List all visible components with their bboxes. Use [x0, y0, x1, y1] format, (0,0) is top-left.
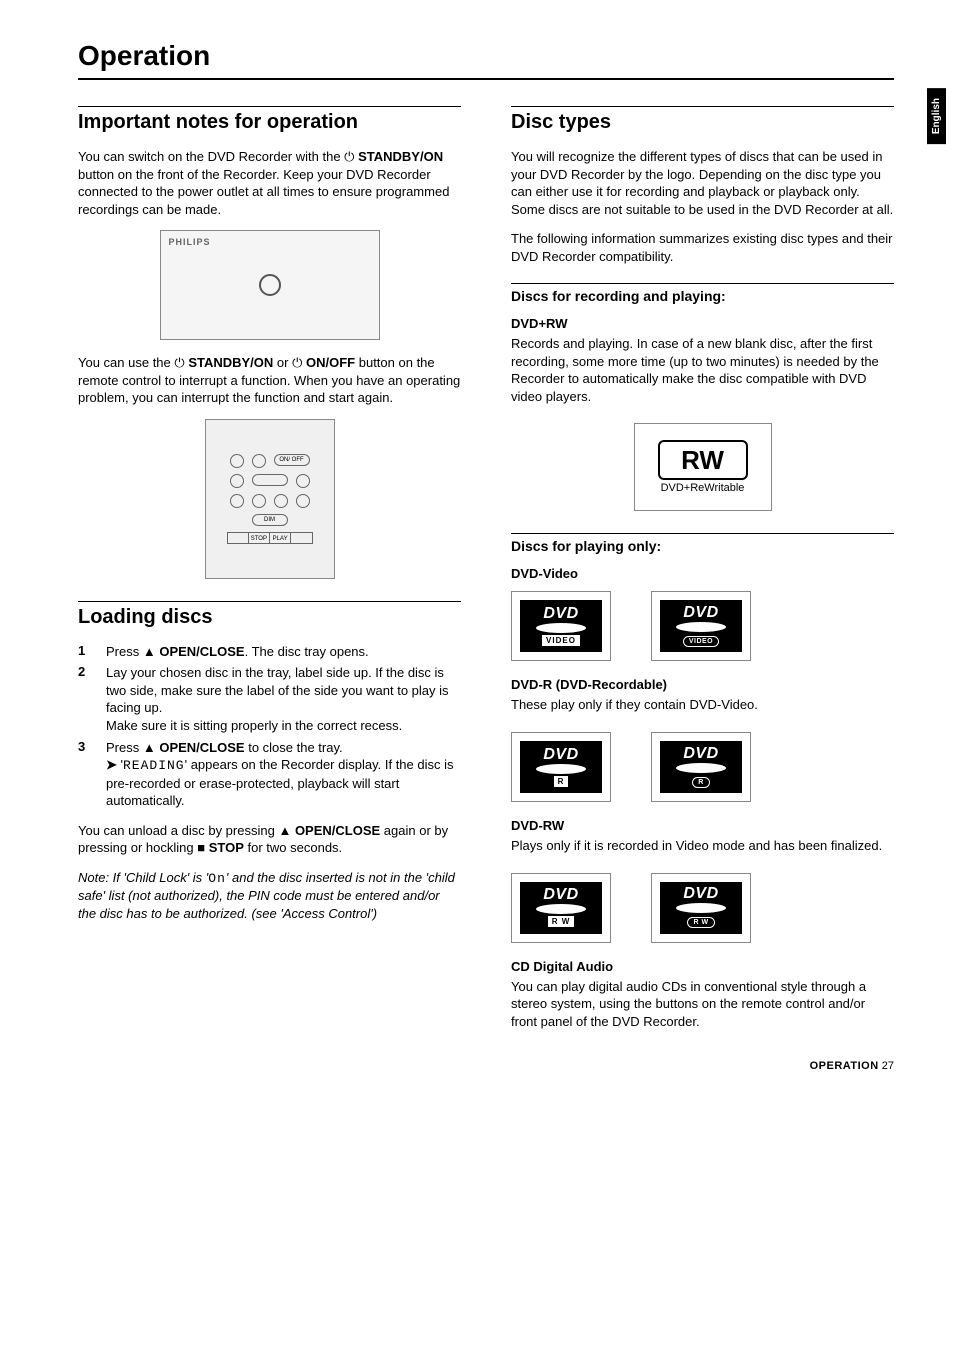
paragraph: The following information summarizes exi…	[511, 230, 894, 265]
logo-text: RW	[658, 440, 748, 480]
disc-type-title: CD Digital Audio	[511, 959, 894, 974]
step-number: 3	[78, 739, 90, 810]
text: to close the tray.	[245, 740, 343, 755]
step-item: 2 Lay your chosen disc in the tray, labe…	[78, 664, 461, 734]
disc-type-title: DVD-RW	[511, 818, 894, 833]
standby-icon: ⏻	[174, 355, 184, 370]
text-bold: OPEN/CLOSE	[159, 644, 244, 659]
section-title-loading-discs: Loading discs	[78, 606, 461, 629]
logo-dvd-rw: RW DVD+ReWritable	[634, 423, 772, 511]
text: Lay your chosen disc in the tray, label …	[106, 664, 461, 734]
logo-dvd-rw-1: DVD R W	[511, 873, 611, 943]
step-item: 3 Press ▲ OPEN/CLOSE to close the tray. …	[78, 739, 461, 810]
left-column: Important notes for operation You can sw…	[78, 100, 461, 1042]
text-bold: OPEN/CLOSE	[295, 823, 380, 838]
text-bold: STOP	[209, 840, 244, 855]
remote-control-illustration: ON/ OFF DIM STOPPLAY	[205, 419, 335, 579]
logo-dvd-r-2: DVD R	[651, 732, 751, 802]
title-rule	[78, 78, 894, 80]
device-brand-label: PHILIPS	[161, 231, 379, 253]
text: You can unload a disc by pressing	[78, 823, 278, 838]
text-bold: OPEN/CLOSE	[159, 740, 244, 755]
section-rule	[511, 283, 894, 284]
remote-stop-label: STOP	[249, 533, 270, 543]
section-title-important-notes: Important notes for operation	[78, 111, 461, 134]
logo-dvd-rw-2: DVD R W	[651, 873, 751, 943]
paragraph: Plays only if it is recorded in Video mo…	[511, 837, 894, 855]
text: You can use the	[78, 355, 174, 370]
text: Press	[106, 644, 143, 659]
paragraph: You will recognize the different types o…	[511, 148, 894, 218]
text-bold: STANDBY/ON	[358, 149, 443, 164]
paragraph: You can unload a disc by pressing ▲ OPEN…	[78, 822, 461, 857]
display-text: On	[208, 871, 226, 886]
paragraph: Records and playing. In case of a new bl…	[511, 335, 894, 405]
stop-icon: ■	[197, 840, 205, 855]
standby-icon: ⏻	[292, 355, 302, 370]
text: button on the front of the Recorder. Kee…	[78, 167, 449, 217]
content-columns: Important notes for operation You can sw…	[78, 100, 894, 1042]
text-bold: STANDBY/ON	[188, 355, 273, 370]
footer-page-number: 27	[882, 1060, 894, 1072]
logo-text: DVD	[683, 606, 718, 620]
paragraph: You can switch on the DVD Recorder with …	[78, 148, 461, 218]
logo-subtext: R	[692, 777, 710, 788]
logo-text: DVD	[543, 607, 578, 621]
steps-list: 1 Press ▲ OPEN/CLOSE. The disc tray open…	[78, 643, 461, 810]
section-rule	[511, 106, 894, 107]
eject-icon: ▲	[143, 740, 156, 755]
footer-label: OPERATION	[810, 1060, 879, 1072]
section-title-disc-types: Disc types	[511, 111, 894, 134]
logo-text: DVD	[543, 888, 578, 902]
standby-icon: ⏻	[344, 149, 354, 164]
page-footer: OPERATION 27	[810, 1060, 894, 1072]
page-title: Operation	[78, 40, 894, 72]
step-number: 2	[78, 664, 90, 734]
disc-type-title: DVD-Video	[511, 566, 894, 581]
logo-text: DVD	[543, 748, 578, 762]
step-number: 1	[78, 643, 90, 661]
logo-subtext: R W	[687, 917, 714, 928]
text: . The disc tray opens.	[245, 644, 369, 659]
logo-subtext: R	[554, 776, 569, 787]
logo-subtext: DVD+ReWritable	[661, 482, 745, 494]
text: Note: If 'Child Lock' is '	[78, 870, 208, 885]
result-arrow-icon: ➤	[106, 757, 117, 772]
logo-dvd-r-1: DVD R	[511, 732, 611, 802]
logo-text: DVD	[683, 887, 718, 901]
subheading-playing-only: Discs for playing only:	[511, 538, 894, 554]
remote-onoff-label: ON/ OFF	[274, 454, 310, 466]
eject-icon: ▲	[278, 823, 291, 838]
remote-play-label: PLAY	[270, 533, 291, 543]
logo-subtext: VIDEO	[542, 635, 580, 646]
language-tab: English	[927, 88, 946, 144]
step-item: 1 Press ▲ OPEN/CLOSE. The disc tray open…	[78, 643, 461, 661]
section-rule	[78, 106, 461, 107]
note-paragraph: Note: If 'Child Lock' is 'On' and the di…	[78, 869, 461, 923]
text: for two seconds.	[244, 840, 342, 855]
disc-type-title: DVD-R (DVD-Recordable)	[511, 677, 894, 692]
paragraph: You can play digital audio CDs in conven…	[511, 978, 894, 1031]
disc-type-title: DVD+RW	[511, 316, 894, 331]
logo-dvd-video-1: DVD VIDEO	[511, 591, 611, 661]
display-text: READING	[123, 758, 185, 773]
right-column: Disc types You will recognize the differ…	[511, 100, 894, 1042]
paragraph: These play only if they contain DVD-Vide…	[511, 696, 894, 714]
paragraph: You can use the ⏻ STANDBY/ON or ⏻ ON/OFF…	[78, 354, 461, 407]
eject-icon: ▲	[143, 644, 156, 659]
logo-subtext: VIDEO	[683, 636, 719, 647]
text: or	[273, 355, 292, 370]
subheading-recording-playing: Discs for recording and playing:	[511, 288, 894, 304]
text: Press	[106, 740, 143, 755]
text: You can switch on the DVD Recorder with …	[78, 149, 344, 164]
text-bold: ON/OFF	[306, 355, 355, 370]
device-front-illustration: PHILIPS	[160, 230, 380, 340]
section-rule	[78, 601, 461, 602]
logo-text: DVD	[683, 747, 718, 761]
logo-subtext: R W	[548, 916, 575, 927]
logo-dvd-video-2: DVD VIDEO	[651, 591, 751, 661]
section-rule	[511, 533, 894, 534]
remote-dim-label: DIM	[252, 514, 288, 526]
